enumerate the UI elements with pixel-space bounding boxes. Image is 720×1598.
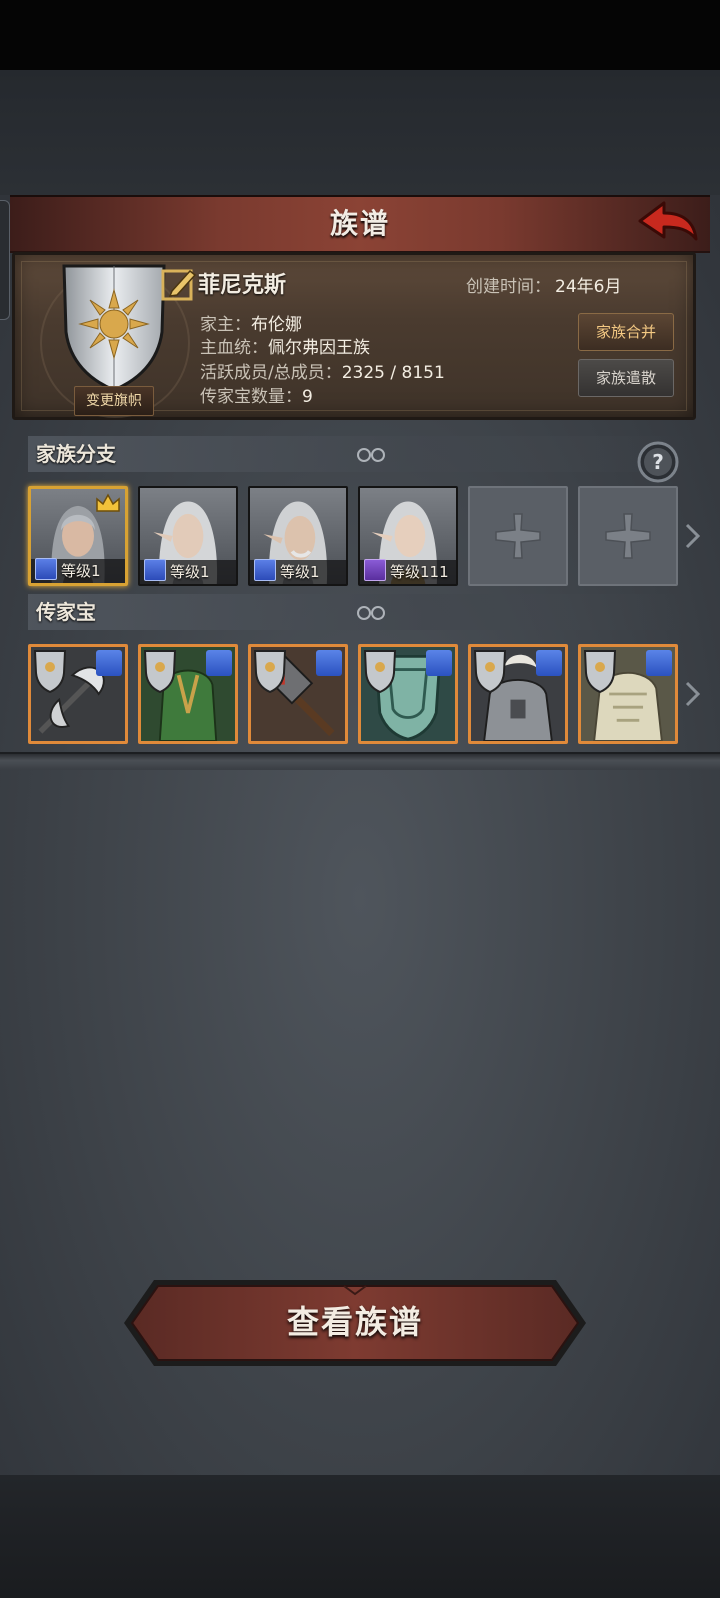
branch-member-3[interactable]: 等级1 bbox=[248, 486, 348, 586]
banner-badge-icon bbox=[143, 650, 177, 693]
banner-badge-icon bbox=[583, 650, 617, 693]
family-name: 菲尼克斯 bbox=[198, 273, 287, 298]
branches-title: 家族分支 bbox=[36, 442, 116, 466]
crown-icon bbox=[96, 493, 120, 512]
disband-family-button[interactable]: 家族遣散 bbox=[578, 359, 674, 397]
empty-branch-slot[interactable] bbox=[578, 486, 678, 586]
bloodline-row: 主血统：佩尔弗因王族 bbox=[200, 338, 370, 358]
heirloom-warhammer[interactable] bbox=[248, 644, 348, 744]
title-bar: 族谱 bbox=[10, 195, 710, 253]
members-row: 活跃成员/总成员：2325 / 8151 bbox=[200, 363, 445, 383]
owner-icon bbox=[536, 650, 562, 676]
heirloom-ivory-armor[interactable] bbox=[578, 644, 678, 744]
owner-icon bbox=[206, 650, 232, 676]
owner-icon bbox=[646, 650, 672, 676]
created-date: 创建时间： 24年6月 bbox=[466, 277, 622, 297]
family-head-row: 家主：布伦娜 bbox=[200, 315, 302, 335]
branches-header: 家族分支 bbox=[28, 436, 688, 472]
heirloom-jade-shield[interactable] bbox=[358, 644, 458, 744]
family-banner-icon bbox=[62, 264, 166, 392]
section-divider bbox=[0, 752, 720, 770]
heirlooms-title: 传家宝 bbox=[36, 600, 96, 624]
member-level: 等级111 bbox=[390, 563, 449, 581]
side-drawer-handle[interactable] bbox=[0, 200, 10, 320]
sword-icon bbox=[144, 559, 166, 581]
rings-icon bbox=[357, 606, 385, 620]
sword-icon bbox=[35, 558, 57, 580]
svg-text:?: ? bbox=[652, 450, 664, 474]
member-level: 等级1 bbox=[280, 563, 320, 581]
owner-icon bbox=[426, 650, 452, 676]
sword-icon bbox=[254, 559, 276, 581]
member-level: 等级1 bbox=[61, 562, 101, 580]
staff-icon bbox=[364, 559, 386, 581]
view-family-tree-button[interactable] bbox=[120, 1276, 590, 1370]
rings-icon bbox=[357, 448, 385, 462]
chevron-right-icon[interactable] bbox=[683, 679, 703, 709]
branch-member-1[interactable]: 等级1 bbox=[28, 486, 128, 586]
heirloom-green-armor[interactable] bbox=[138, 644, 238, 744]
heirloom-silver-armor[interactable] bbox=[468, 644, 568, 744]
chevron-right-icon[interactable] bbox=[683, 521, 703, 551]
back-arrow-icon[interactable] bbox=[636, 197, 700, 249]
banner-badge-icon bbox=[363, 650, 397, 693]
owner-icon bbox=[316, 650, 342, 676]
member-level: 等级1 bbox=[170, 563, 210, 581]
status-bar bbox=[0, 0, 720, 70]
banner-badge-icon bbox=[473, 650, 507, 693]
empty-cross-icon bbox=[495, 513, 541, 559]
branch-member-2[interactable]: 等级1 bbox=[138, 486, 238, 586]
banner-badge-icon bbox=[33, 650, 67, 693]
page-title: 族谱 bbox=[329, 207, 390, 240]
merge-family-button[interactable]: 家族合并 bbox=[578, 313, 674, 351]
heirlooms-header: 传家宝 bbox=[28, 594, 688, 630]
edit-name-icon[interactable] bbox=[160, 265, 198, 303]
heirloom-count-row: 传家宝数量：9 bbox=[200, 387, 313, 407]
top-backdrop bbox=[0, 70, 720, 195]
banner-badge-icon bbox=[253, 650, 287, 693]
empty-branch-slot[interactable] bbox=[468, 486, 568, 586]
empty-cross-icon bbox=[605, 513, 651, 559]
branch-member-4[interactable]: 等级111 bbox=[358, 486, 458, 586]
help-icon[interactable]: ? bbox=[636, 440, 680, 484]
heirloom-halberd[interactable] bbox=[28, 644, 128, 744]
change-banner-button[interactable]: 变更旗帜 bbox=[74, 386, 154, 416]
bottom-backdrop bbox=[0, 1475, 720, 1598]
owner-icon bbox=[96, 650, 122, 676]
